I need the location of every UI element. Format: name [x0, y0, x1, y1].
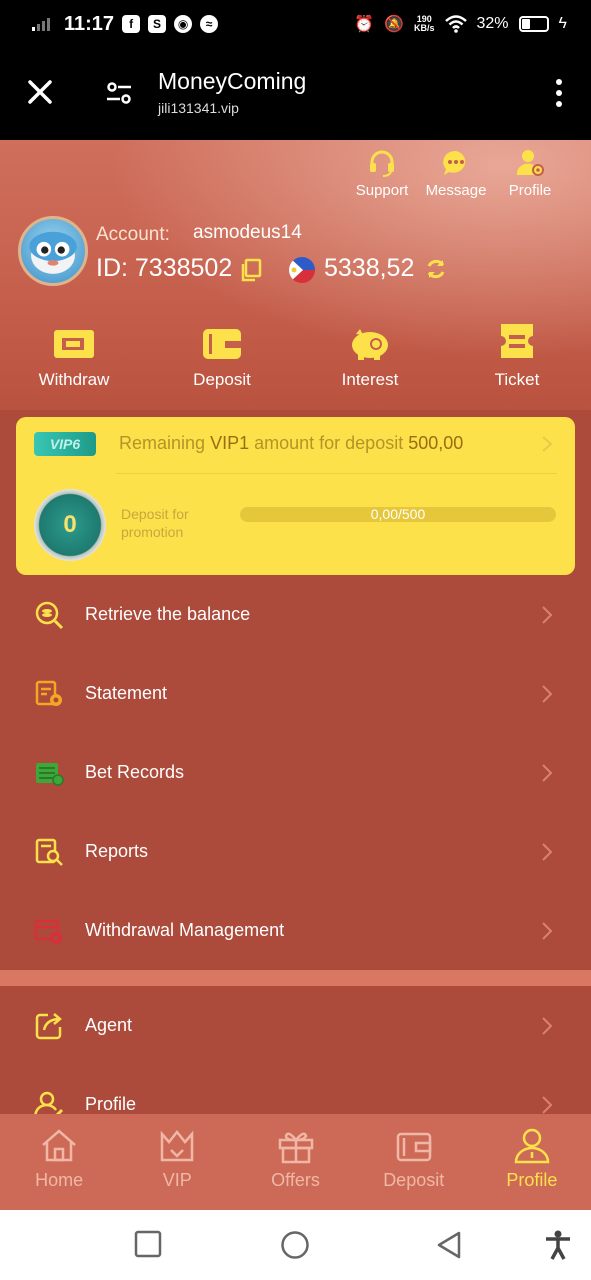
profile-page: Support Message Profile Account: asmodeu… [0, 140, 591, 1114]
divider [116, 473, 557, 474]
chevron-right-icon [542, 684, 553, 703]
status-bar: 11:17 f S ◉ ≈ ⏰ 🔕 190 KB/s 32% ϟ [0, 0, 591, 48]
copy-icon[interactable] [240, 258, 262, 282]
nav-home[interactable]: Home [0, 1114, 118, 1210]
status-time: 11:17 [64, 12, 115, 35]
bottom-nav: Home VIP Offers Deposit Profile [0, 1114, 591, 1210]
refresh-icon[interactable] [424, 257, 448, 281]
message-link[interactable]: Message [425, 148, 487, 199]
nav-offers[interactable]: Offers [236, 1114, 354, 1210]
nav-vip[interactable]: VIP [118, 1114, 236, 1210]
deposit-button[interactable]: Deposit [186, 326, 258, 390]
gift-icon [278, 1132, 313, 1164]
shopping-bag-icon: S [148, 15, 167, 33]
accessibility-icon[interactable] [544, 1230, 572, 1260]
vip-medal-icon: 0 [34, 489, 106, 561]
vip-badge: VIP6 [34, 432, 96, 456]
home-icon [42, 1129, 76, 1162]
bet-records-icon [36, 762, 64, 786]
battery-icon [518, 16, 549, 32]
nav-deposit[interactable]: Deposit [355, 1114, 473, 1210]
coin-search-icon [35, 601, 64, 629]
network-speed: 190 KB/s [413, 14, 435, 33]
system-navigation-bar [0, 1210, 591, 1280]
deposit-promotion-label: Deposit for promotion [121, 506, 189, 540]
charging-icon: ϟ [558, 15, 567, 32]
chevron-right-icon [542, 842, 553, 861]
wallet-icon [396, 1132, 431, 1162]
statement-icon [35, 680, 62, 706]
report-search-icon [35, 838, 63, 866]
account-header: Support Message Profile Account: asmodeu… [0, 140, 591, 410]
chevron-right-icon [542, 1016, 553, 1035]
menu-item-profile[interactable]: Profile [0, 1065, 591, 1114]
withdrawal-settings-icon [34, 919, 62, 944]
profile-link[interactable]: Profile [499, 148, 561, 199]
wifi-icon [444, 15, 467, 33]
menu-item-bet-records[interactable]: Bet Records [0, 733, 591, 812]
user-gear-icon [516, 150, 544, 176]
wallet-balance: 5338,52 [324, 254, 415, 282]
menu-item-retrieve-balance[interactable]: Retrieve the balance [0, 575, 591, 654]
ticket-button[interactable]: Ticket [484, 320, 550, 390]
pufferfish-avatar-icon [29, 231, 77, 274]
chevron-right-icon[interactable] [541, 435, 553, 453]
menu-item-statement[interactable]: Statement [0, 654, 591, 733]
piggy-bank-icon [352, 329, 388, 360]
chevron-right-icon [542, 921, 553, 940]
mute-icon: 🔕 [384, 16, 404, 33]
alarm-icon: ⏰ [354, 16, 375, 33]
withdraw-icon [54, 330, 94, 358]
account-menu: Retrieve the balance Statement Bet Recor… [0, 575, 591, 1114]
menu-item-reports[interactable]: Reports [0, 812, 591, 891]
headset-icon [370, 150, 394, 177]
share-icon [35, 1012, 62, 1039]
page-title: MoneyComing [158, 68, 307, 94]
browser-header: MoneyComing jili131341.vip [0, 48, 591, 140]
vip-progress-card[interactable]: VIP6 Remaining VIP1 amount for deposit 5… [16, 417, 575, 575]
interest-button[interactable]: Interest [334, 326, 406, 390]
section-divider [0, 970, 591, 986]
support-link[interactable]: Support [351, 148, 413, 199]
site-settings-icon[interactable] [104, 78, 134, 108]
ticket-icon [501, 324, 533, 358]
messenger-icon: ≈ [200, 15, 219, 33]
deposit-progress-text: 0,00/500 [370, 506, 426, 522]
account-label: Account: [96, 224, 170, 245]
chevron-right-icon [542, 1095, 553, 1114]
home-button-icon[interactable] [280, 1230, 310, 1260]
menu-item-withdrawal-management[interactable]: Withdrawal Management [0, 891, 591, 970]
close-icon[interactable] [22, 74, 58, 110]
account-id: ID: 7338502 [96, 254, 233, 282]
philippines-flag-icon [289, 257, 315, 283]
more-options-icon[interactable] [555, 78, 563, 108]
facebook-icon: f [122, 15, 141, 33]
chevron-right-icon [542, 605, 553, 624]
battery-percent: 32% [476, 15, 509, 32]
user-icon [514, 1128, 550, 1164]
withdraw-button[interactable]: Withdraw [36, 326, 112, 390]
chevron-right-icon [542, 763, 553, 782]
gamepad-icon: ◉ [174, 15, 193, 33]
page-url: jili131341.vip [158, 100, 239, 116]
menu-item-agent[interactable]: Agent [0, 986, 591, 1065]
account-name: asmodeus14 [193, 222, 302, 243]
back-icon[interactable] [436, 1230, 462, 1260]
vip-remaining-text: Remaining VIP1 amount for deposit 500,00 [119, 433, 464, 453]
nav-profile[interactable]: Profile [473, 1114, 591, 1210]
wallet-icon [203, 329, 241, 359]
signal-icon [32, 17, 50, 31]
chat-bubble-icon [443, 150, 466, 175]
recent-apps-icon[interactable] [134, 1230, 162, 1258]
deposit-progress-bar: 0,00/500 [240, 507, 556, 522]
avatar[interactable] [18, 216, 88, 286]
user-edit-icon [34, 1091, 64, 1114]
crown-icon [161, 1129, 194, 1162]
